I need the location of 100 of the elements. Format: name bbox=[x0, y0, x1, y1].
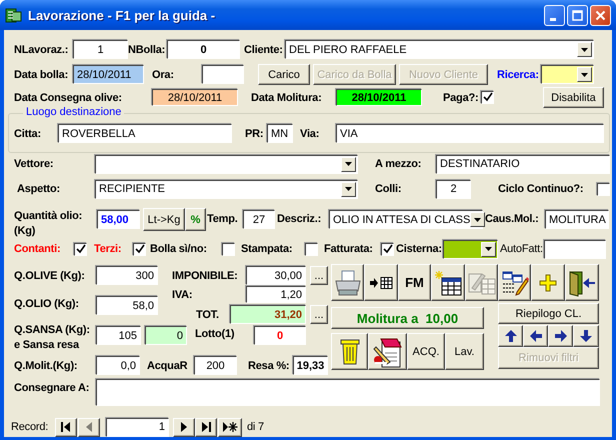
arrow-button[interactable] bbox=[523, 325, 548, 347]
input-field[interactable]: VIA bbox=[336, 124, 604, 143]
combo-box[interactable] bbox=[443, 240, 498, 258]
input-field[interactable]: 1 bbox=[73, 40, 128, 59]
toolbar-button[interactable] bbox=[364, 264, 398, 301]
minimize-button[interactable] bbox=[544, 4, 565, 26]
input-field[interactable]: 31,20 bbox=[230, 305, 306, 324]
action-button[interactable]: ACQ. bbox=[407, 333, 445, 370]
field-label: NLavoraz.: bbox=[14, 44, 70, 56]
nav-button[interactable] bbox=[218, 418, 242, 436]
dropdown-button[interactable] bbox=[481, 242, 496, 256]
input-field[interactable]: 58,0 bbox=[96, 296, 158, 315]
input-field[interactable]: 27 bbox=[243, 210, 275, 229]
action-button[interactable] bbox=[368, 333, 407, 370]
input-field[interactable]: 0 bbox=[254, 326, 306, 345]
arrow-button[interactable] bbox=[498, 325, 523, 347]
input-field[interactable]: 1,20 bbox=[246, 286, 306, 303]
checkbox[interactable] bbox=[133, 242, 146, 256]
checkbox[interactable] bbox=[597, 182, 610, 196]
action-button[interactable] bbox=[331, 333, 368, 370]
toolbar-button[interactable] bbox=[431, 264, 465, 301]
input-field[interactable]: MN bbox=[267, 124, 293, 143]
input-field[interactable]: 19,33 bbox=[293, 356, 328, 375]
field-label: Vettore: bbox=[14, 158, 54, 170]
convert-button[interactable]: Lt->Kg bbox=[143, 208, 185, 231]
field-label: Ricerca: bbox=[497, 68, 540, 80]
arrow-button[interactable] bbox=[573, 325, 599, 347]
previous-record-icon bbox=[84, 421, 94, 433]
combo-box[interactable] bbox=[95, 154, 358, 174]
input-field[interactable]: 2 bbox=[436, 180, 471, 198]
field-label: Contanti: bbox=[14, 243, 62, 255]
input-field[interactable]: 200 bbox=[194, 356, 237, 375]
field-label: Ora: bbox=[152, 68, 175, 80]
down-arrow-icon bbox=[579, 329, 593, 343]
input-field[interactable]: 105 bbox=[96, 326, 141, 345]
disable-button[interactable]: Disabilita bbox=[543, 87, 604, 108]
combo-box[interactable]: OLIO IN ATTESA DI CLASS bbox=[329, 210, 483, 229]
toolbar-button[interactable] bbox=[331, 264, 364, 301]
input-field[interactable]: ROVERBELLA bbox=[58, 124, 232, 143]
input-field[interactable]: 0,0 bbox=[96, 356, 140, 375]
dropdown-button[interactable] bbox=[577, 67, 592, 82]
field-label: Cisterna: bbox=[396, 243, 442, 255]
field-label: Q.OLIO (Kg): bbox=[14, 298, 80, 310]
checkbox[interactable] bbox=[305, 242, 318, 256]
input-field[interactable]: 28/10/2011 bbox=[73, 65, 144, 84]
molitura-button[interactable]: Molitura a 10,00 bbox=[331, 307, 484, 329]
toolbar-button[interactable]: FM bbox=[398, 264, 431, 301]
input-field[interactable]: 28/10/2011 bbox=[152, 89, 238, 106]
combo-box[interactable]: RECIPIENTE bbox=[95, 180, 358, 198]
close-button[interactable] bbox=[590, 4, 611, 26]
input-field[interactable]: 0 bbox=[167, 40, 240, 59]
summary-button[interactable]: Riepilogo CL. bbox=[498, 303, 599, 324]
toolbar-button[interactable] bbox=[531, 264, 565, 301]
field-label: Lotto(1) bbox=[195, 328, 236, 340]
dropdown-button[interactable] bbox=[341, 182, 356, 196]
checkbox[interactable] bbox=[222, 242, 235, 256]
close-icon bbox=[595, 10, 606, 20]
input-field[interactable]: MOLITURA bbox=[545, 210, 609, 229]
more-button[interactable]: ... bbox=[310, 266, 328, 285]
input-field[interactable]: 0 bbox=[145, 326, 187, 345]
field-label: Consegnare A: bbox=[14, 382, 90, 394]
field-label: Q.SANSA (Kg): bbox=[14, 324, 91, 336]
dropdown-button[interactable] bbox=[577, 42, 592, 57]
combo-box[interactable] bbox=[541, 65, 594, 84]
input-field[interactable]: 58,00 bbox=[97, 210, 140, 229]
dropdown-button[interactable] bbox=[470, 212, 486, 227]
nav-button[interactable] bbox=[55, 418, 77, 436]
field-label: Ciclo Continuo?: bbox=[498, 183, 584, 195]
percent-button[interactable]: % bbox=[185, 208, 206, 231]
up-arrow-icon bbox=[504, 329, 518, 343]
input-field[interactable] bbox=[544, 240, 606, 258]
checkbox[interactable] bbox=[74, 242, 87, 256]
field-label: Descriz.: bbox=[277, 213, 322, 225]
input-field[interactable]: 1 bbox=[106, 418, 169, 436]
right-arrow-icon bbox=[554, 329, 568, 343]
caret-icon bbox=[345, 162, 352, 166]
new-record-icon bbox=[222, 421, 238, 433]
checkbox[interactable] bbox=[381, 242, 394, 256]
arrow-button[interactable] bbox=[548, 325, 573, 347]
text-area[interactable] bbox=[96, 379, 600, 406]
field-label: Data bolla: bbox=[14, 68, 70, 80]
group-title: Luogo destinazione bbox=[23, 106, 124, 118]
next-record-icon bbox=[178, 421, 190, 433]
input-field[interactable]: 30,00 bbox=[246, 266, 306, 285]
action-button[interactable]: Lav. bbox=[445, 333, 484, 370]
dropdown-button[interactable] bbox=[341, 156, 356, 172]
toolbar-button[interactable] bbox=[565, 264, 599, 301]
button[interactable]: Carico bbox=[258, 64, 310, 85]
input-field[interactable] bbox=[202, 65, 244, 84]
toolbar-button[interactable] bbox=[498, 264, 531, 301]
maximize-button[interactable] bbox=[567, 4, 588, 26]
combo-box[interactable]: DEL PIERO RAFFAELE bbox=[285, 40, 594, 59]
input-field[interactable]: DESTINATARIO bbox=[436, 154, 610, 174]
checkbox[interactable] bbox=[481, 91, 494, 104]
field-label: Terzi: bbox=[94, 243, 122, 255]
nav-button[interactable] bbox=[195, 418, 217, 436]
input-field[interactable]: 28/10/2011 bbox=[336, 89, 422, 106]
nav-button[interactable] bbox=[173, 418, 195, 436]
input-field[interactable]: 300 bbox=[96, 266, 158, 285]
more-button[interactable]: ... bbox=[310, 305, 328, 324]
